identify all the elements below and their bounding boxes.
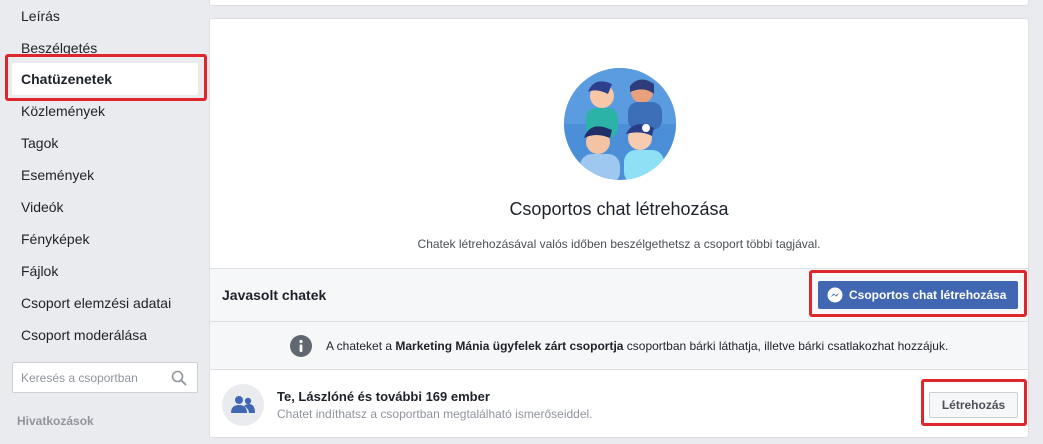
sidebar-item-videos[interactable]: Videók bbox=[21, 197, 64, 217]
group-chat-illustration bbox=[564, 68, 676, 180]
info-icon bbox=[290, 335, 312, 357]
visibility-notice: A chateket a Marketing Mánia ügyfelek zá… bbox=[210, 321, 1028, 369]
group-search-box[interactable] bbox=[12, 362, 198, 393]
sidebar-item-photos[interactable]: Fényképek bbox=[21, 229, 89, 249]
previous-card bbox=[209, 0, 1029, 6]
create-chat-description: Chatek létrehozásával valós időben beszé… bbox=[417, 237, 821, 251]
suggested-chats-header: Javasolt chatek Csoportos chat létrehozá… bbox=[210, 269, 1028, 321]
sidebar-item-description[interactable]: Leírás bbox=[21, 6, 60, 26]
notice-prefix: A chateket a bbox=[326, 339, 396, 353]
sidebar-item-announcements[interactable]: Közlemények bbox=[21, 101, 105, 121]
search-icon[interactable] bbox=[171, 370, 187, 386]
notice-suffix: csoportban bárki láthatja, illetve bárki… bbox=[623, 339, 949, 353]
messenger-icon bbox=[827, 287, 843, 303]
people-avatar bbox=[222, 384, 264, 426]
group-search-input[interactable] bbox=[21, 369, 171, 387]
people-icon bbox=[231, 396, 255, 413]
create-chat-hero: Csoportos chat létrehozása Chatek létreh… bbox=[210, 19, 1028, 269]
suggested-chats-title: Javasolt chatek bbox=[222, 287, 327, 303]
shortcuts-header: Hivatkozások bbox=[17, 414, 94, 428]
create-chat-title: Csoportos chat létrehozása bbox=[509, 199, 729, 219]
create-group-chat-label: Csoportos chat létrehozása bbox=[849, 288, 1007, 302]
create-chat-button[interactable]: Létrehozás bbox=[929, 392, 1018, 418]
suggested-chat-description: Chatet indíthatsz a csoportban megtalálh… bbox=[277, 407, 593, 421]
create-group-chat-button[interactable]: Csoportos chat létrehozása bbox=[818, 281, 1018, 309]
suggested-chat-members: Te, Lászlóné és további 169 ember bbox=[277, 389, 490, 404]
visibility-notice-text: A chateket a Marketing Mánia ügyfelek zá… bbox=[326, 339, 948, 353]
sidebar-item-insights[interactable]: Csoport elemzési adatai bbox=[21, 293, 171, 313]
suggested-chat-item: Te, Lászlóné és további 169 ember Chatet… bbox=[210, 369, 1028, 437]
sidebar-item-events[interactable]: Események bbox=[21, 165, 94, 185]
sidebar-item-moderation[interactable]: Csoport moderálása bbox=[21, 325, 147, 345]
group-name: Marketing Mánia ügyfelek zárt csoportja bbox=[395, 339, 624, 353]
sidebar-item-files[interactable]: Fájlok bbox=[21, 261, 58, 281]
sidebar-item-members[interactable]: Tagok bbox=[21, 133, 58, 153]
group-sidebar: Leírás Beszélgetés Chatüzenetek Közlemén… bbox=[0, 0, 205, 444]
sidebar-item-discussion[interactable]: Beszélgetés bbox=[21, 38, 97, 58]
sidebar-item-chats[interactable]: Chatüzenetek bbox=[12, 63, 198, 95]
group-chats-card: Csoportos chat létrehozása Chatek létreh… bbox=[209, 18, 1029, 438]
